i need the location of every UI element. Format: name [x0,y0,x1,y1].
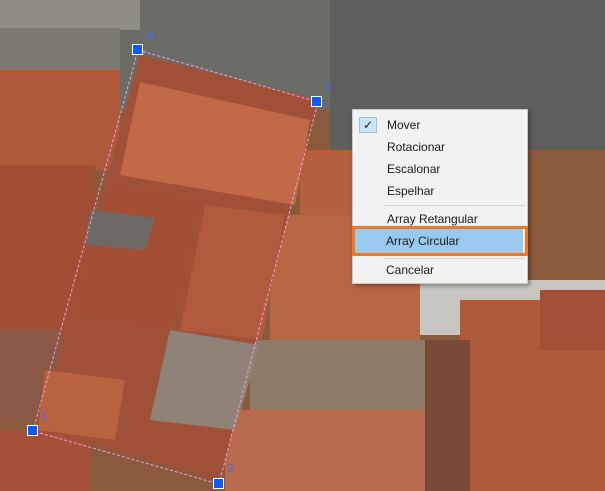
vertex-handle-1[interactable] [27,425,38,436]
roof [0,70,120,170]
menu-item-cancelar[interactable]: Cancelar [354,259,524,281]
roof [225,410,425,491]
roof [300,150,360,220]
context-menu: ✓ Mover Rotacionar Escalonar Espelhar Ar… [352,109,528,284]
menu-item-escalonar[interactable]: Escalonar [355,158,525,180]
menu-separator [383,205,525,206]
menu-item-rotacionar[interactable]: Rotacionar [355,136,525,158]
parked-car [0,28,120,73]
vertex-handle-3[interactable] [311,96,322,107]
vertex-handle-0[interactable] [132,44,143,55]
menu-item-label: Escalonar [387,162,441,176]
vertex-label-0: 0 [147,30,154,43]
menu-item-label: Espelhar [387,184,435,198]
menu-item-label: Cancelar [386,263,435,277]
annotation-highlight-box [352,226,528,256]
menu-item-label: Array Retangular [387,212,478,226]
sidewalk [0,0,140,30]
menu-item-label: Mover [387,118,421,132]
shadow [425,340,470,491]
checkmark-icon: ✓ [359,117,377,133]
vertex-handle-2[interactable] [213,478,224,489]
vertex-label-1: 1 [41,410,48,423]
vertex-label-2: 2 [227,462,234,475]
menu-item-espelhar[interactable]: Espelhar [355,180,525,202]
menu-item-mover[interactable]: ✓ Mover [355,114,525,136]
vertex-label-3: 3 [325,81,332,94]
selected-roof-back [38,370,125,440]
roof [540,290,605,350]
menu-item-label: Rotacionar [387,140,446,154]
